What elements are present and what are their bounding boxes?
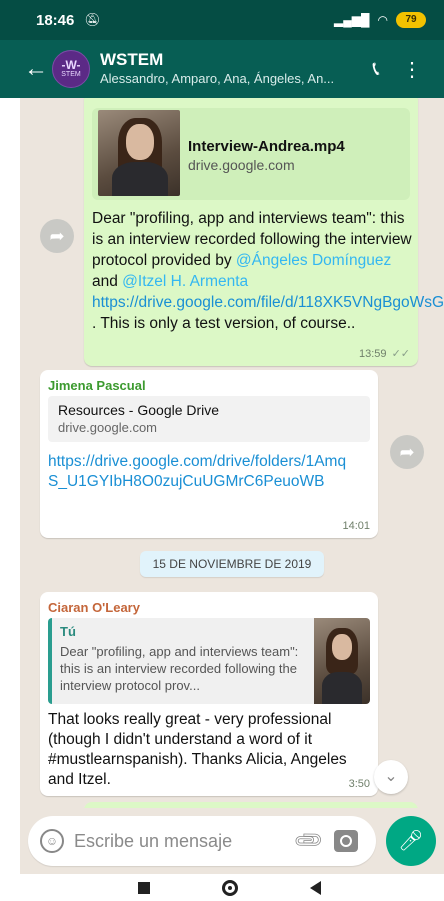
link-preview[interactable]: Resources - Google Drive drive.google.co… [48, 396, 370, 442]
preview-domain: drive.google.com [58, 420, 157, 435]
more-options-icon[interactable]: ⋮ [394, 57, 430, 82]
message-bubble-incoming[interactable]: Jimena Pascual Resources - Google Drive … [40, 370, 378, 538]
date-separator: 15 DE NOVIEMBRE DE 2019 [140, 551, 324, 577]
preview-title: Resources - Google Drive [58, 402, 220, 418]
quoted-sender: Tú [60, 624, 76, 639]
sender-name: Jimena Pascual [48, 378, 146, 393]
message-time: 13:59 [358, 348, 387, 360]
avatar-sub: STEM [61, 71, 81, 78]
sender-name: Ciaran O'Leary [48, 600, 140, 615]
message-text: Dear "profiling, app and interviews team… [92, 208, 444, 334]
message-meta: 3:50 [349, 778, 370, 790]
quoted-text: Dear "profiling, app and interviews team… [60, 644, 299, 693]
mention-angeles[interactable]: @Ángeles Domínguez [236, 252, 391, 269]
preview-title: Interview-Andrea.mp4 [188, 138, 345, 155]
recents-icon[interactable] [138, 882, 150, 894]
wifi-icon: ◠ [377, 13, 388, 27]
chat-area[interactable]: Interview-Andrea.mp4 drive.google.com De… [20, 98, 444, 808]
status-icons: ▂▄▆█ ◠ 79 [334, 12, 426, 28]
video-thumbnail[interactable] [98, 110, 180, 196]
read-ticks-icon: ✓✓ [391, 348, 410, 360]
scroll-down-icon[interactable]: ⌄ [374, 760, 408, 794]
quoted-thumbnail [314, 618, 370, 704]
android-nav-bar [0, 874, 444, 901]
message-time: 3:50 [348, 778, 370, 790]
message-input[interactable]: ☺ Escribe un mensaje 📎︎ [28, 816, 376, 866]
header-titles[interactable]: WSTEM Alessandro, Amparo, Ana, Ángeles, … [100, 50, 358, 88]
message-text-part: and [92, 273, 123, 290]
input-bar: ☺ Escribe un mensaje 📎︎ 🎤︎ [20, 808, 444, 874]
drive-folder-link[interactable]: https://drive.google.com/drive/folders/1… [48, 452, 348, 492]
add-call-icon[interactable]: 📞︎ [358, 58, 394, 81]
quoted-message[interactable]: Tú Dear "profiling, app and interviews t… [48, 618, 370, 704]
battery-icon: 79 [396, 12, 426, 28]
drive-link[interactable]: https://drive.google.com/file/d/118XK5VN… [92, 294, 444, 311]
thumb-body [112, 162, 168, 196]
attach-icon[interactable]: 📎︎ [291, 823, 327, 859]
message-bubble-outgoing[interactable]: Interview-Andrea.mp4 drive.google.com De… [84, 98, 444, 366]
thumb-body [322, 672, 362, 704]
group-members: Alessandro, Amparo, Ana, Ángeles, An... [100, 71, 335, 86]
home-icon[interactable] [222, 880, 238, 896]
camera-icon[interactable] [334, 830, 358, 852]
nav-back-icon[interactable] [310, 881, 321, 895]
input-placeholder: Escribe un mensaje [74, 831, 233, 851]
message-meta: 13:59 ✓✓ [359, 347, 410, 360]
message-text: That looks really great - very professio… [48, 711, 347, 788]
whatsapp-chat-screen: 18:46 🔕︎ ▂▄▆█ ◠ 79 ← -W- STEM WSTEM Ales… [0, 0, 444, 901]
thumb-face [126, 124, 154, 160]
signal-icon: ▂▄▆█ [334, 13, 370, 27]
group-avatar[interactable]: -W- STEM [52, 50, 90, 88]
emoji-icon[interactable]: ☺ [40, 829, 64, 853]
preview-domain: drive.google.com [188, 157, 295, 173]
thumb-face [332, 634, 352, 660]
status-time: 18:46 [36, 11, 75, 29]
mention-itzel[interactable]: @Itzel H. Armenta [122, 273, 248, 290]
avatar-logo: -W- [61, 58, 81, 72]
link-preview[interactable]: Interview-Andrea.mp4 drive.google.com [92, 108, 410, 200]
message-meta: 14:01 [342, 520, 370, 532]
message-time: 14:01 [342, 520, 370, 532]
mute-icon: 🔕︎ [84, 12, 101, 27]
forward-icon[interactable]: ➦ [390, 435, 424, 469]
forward-icon[interactable]: ➦ [40, 219, 74, 253]
message-text-part: . This is only a test version, of course… [92, 315, 356, 332]
message-bubble-incoming[interactable]: Ciaran O'Leary Tú Dear "profiling, app a… [40, 592, 378, 796]
mic-button[interactable]: 🎤︎ [386, 816, 436, 866]
group-name: WSTEM [100, 50, 164, 69]
chat-header[interactable]: ← -W- STEM WSTEM Alessandro, Amparo, Ana… [0, 40, 444, 98]
status-bar: 18:46 🔕︎ ▂▄▆█ ◠ 79 [0, 0, 444, 40]
back-arrow-icon[interactable]: ← [24, 55, 50, 83]
